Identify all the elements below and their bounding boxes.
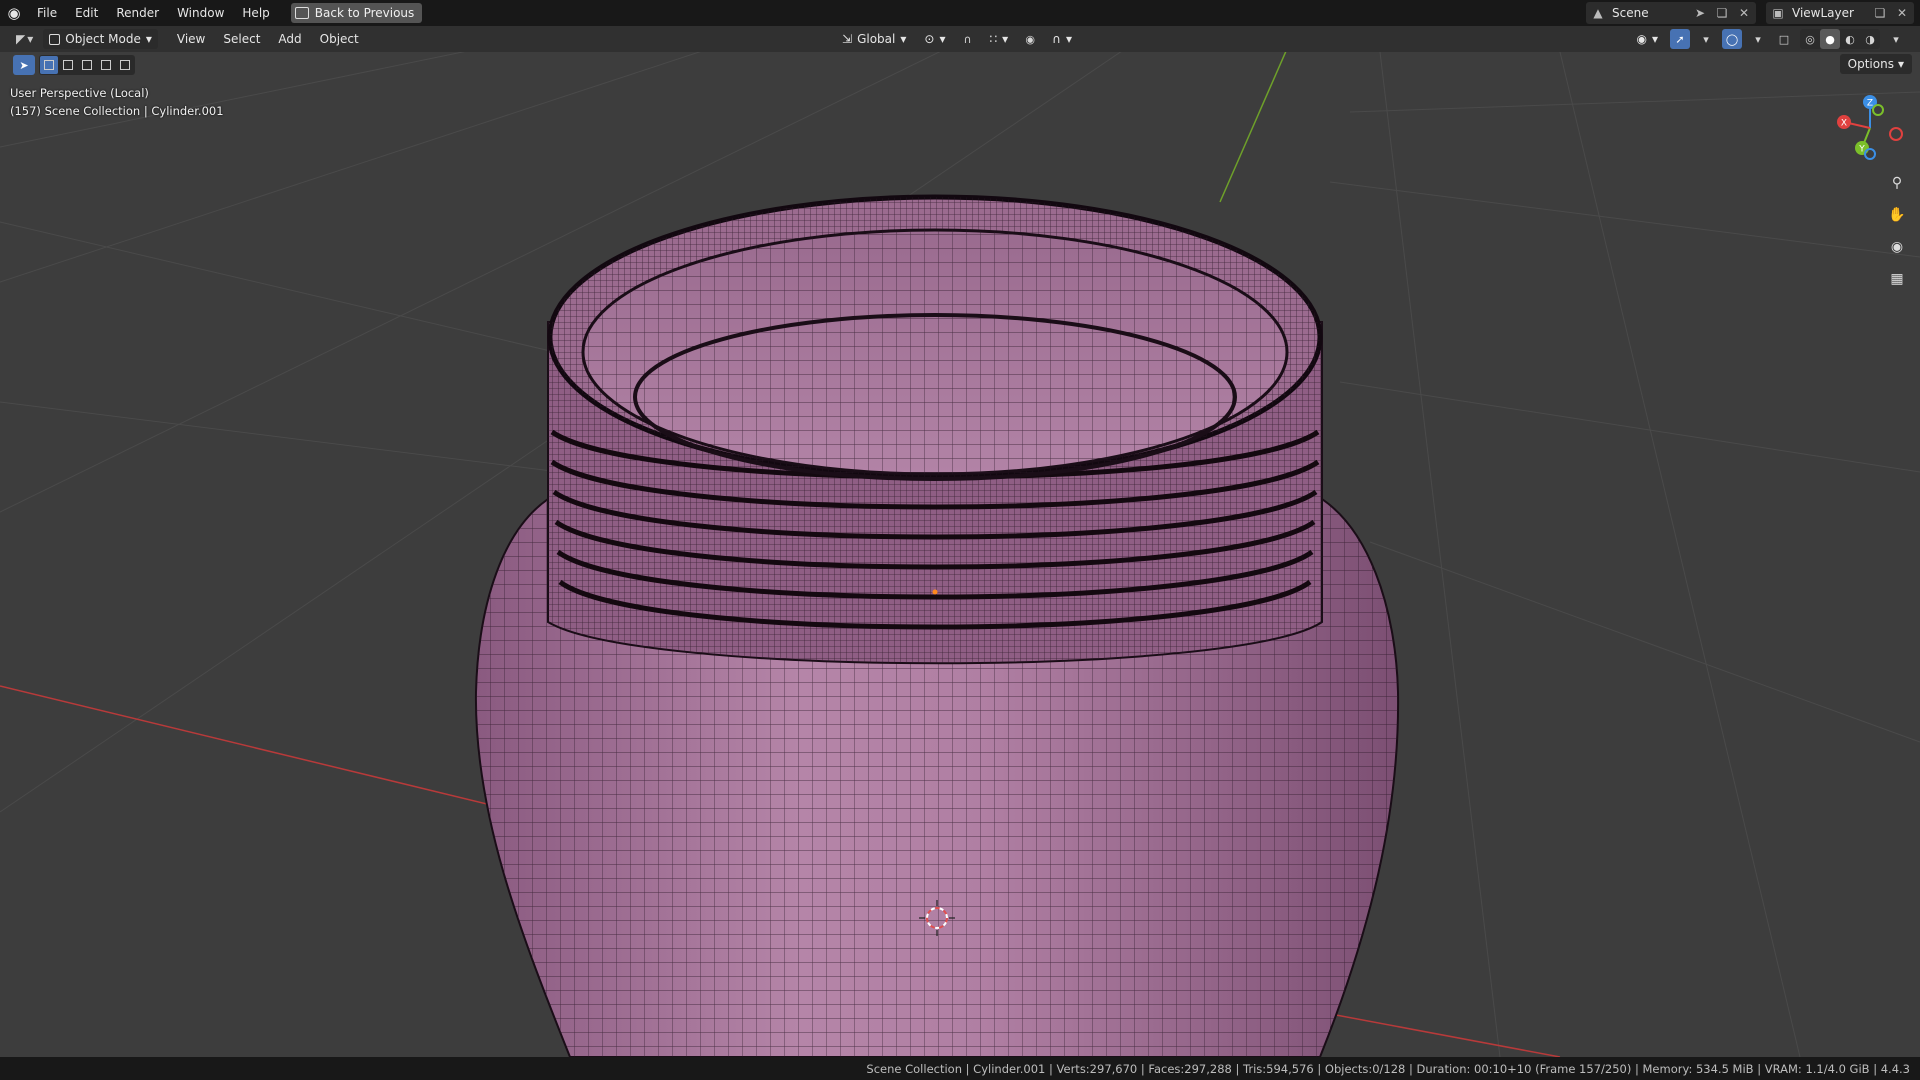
object-mode-icon xyxy=(49,33,61,45)
neg-x-axis-handle xyxy=(1889,127,1903,141)
proportional-falloff-dropdown[interactable]: ∩ ▾ xyxy=(1046,28,1078,50)
back-to-previous-label: Back to Previous xyxy=(314,6,415,20)
gizmo-x-label: X xyxy=(1841,119,1847,129)
snap-toggle-icon[interactable]: ∩ xyxy=(957,29,977,49)
menu-object[interactable]: Object xyxy=(311,32,368,46)
scene-selector[interactable]: ▲ Scene ➤ ❏ ✕ xyxy=(1586,2,1756,24)
chevron-down-icon: ▾ xyxy=(27,32,34,46)
blender-logo-icon[interactable]: ◉ xyxy=(0,0,28,26)
menu-select[interactable]: Select xyxy=(214,32,269,46)
select-invert-icon[interactable] xyxy=(97,56,115,74)
object-origin xyxy=(932,589,938,595)
select-new-icon[interactable] xyxy=(40,56,58,74)
x-axis-line-right xyxy=(1319,1011,1561,1057)
menu-edit[interactable]: Edit xyxy=(66,0,107,26)
scene-statistics: Scene Collection | Cylinder.001 | Verts:… xyxy=(866,1061,1910,1076)
select-subtract-icon[interactable] xyxy=(78,56,96,74)
neg-y-axis-handle xyxy=(1872,104,1884,116)
pan-hand-icon[interactable]: ✋ xyxy=(1884,202,1910,228)
viewport-scene xyxy=(0,52,1920,1057)
falloff-icon: ∩ xyxy=(1052,32,1061,46)
chevron-down-icon: ▾ xyxy=(939,32,946,46)
pivot-icon: ⊙ xyxy=(924,32,935,46)
transform-orientation-dropdown[interactable]: ⇲ Global ▾ xyxy=(836,28,912,50)
viewlayer-icon: ▣ xyxy=(1772,6,1784,20)
main-menu: File Edit Render Window Help xyxy=(28,0,279,26)
transform-orientation-label: Global xyxy=(857,32,896,46)
orientation-icon: ⇲ xyxy=(842,32,853,46)
solid-shading-icon[interactable]: ● xyxy=(1820,29,1840,49)
chevron-down-icon: ▾ xyxy=(1002,32,1009,46)
overlays-dropdown-icon[interactable]: ▾ xyxy=(1748,29,1768,49)
chevron-down-icon: ▾ xyxy=(1651,32,1658,46)
pivot-point-dropdown[interactable]: ⊙ ▾ xyxy=(918,28,951,50)
new-scene-icon[interactable]: ❏ xyxy=(1714,5,1730,21)
remove-scene-icon[interactable]: ✕ xyxy=(1736,5,1752,21)
chevron-down-icon: ▾ xyxy=(900,32,907,46)
selection-mode-group xyxy=(39,55,135,75)
screen-icon xyxy=(294,7,309,19)
editor-type-dropdown[interactable]: ◤ ▾ xyxy=(10,28,39,50)
visibility-dropdown[interactable]: ◉ ▾ xyxy=(1630,28,1664,50)
mode-label: Object Mode xyxy=(65,32,141,46)
viewlayer-name: ViewLayer xyxy=(1792,6,1854,20)
top-bar: ◉ File Edit Render Window Help Back to P… xyxy=(0,0,1920,26)
scene-name: Scene xyxy=(1612,6,1649,20)
xray-toggle-icon[interactable]: □ xyxy=(1774,29,1794,49)
viewport-header: ◤ ▾ Object Mode ▾ View Select Add Object… xyxy=(0,26,1920,52)
y-axis-line xyxy=(1219,52,1287,203)
viewlayer-selector[interactable]: ▣ ViewLayer ❏ ✕ xyxy=(1766,2,1914,24)
menu-view[interactable]: View xyxy=(168,32,214,46)
select-intersect-icon[interactable] xyxy=(116,56,134,74)
select-tool-icon[interactable]: ➤ xyxy=(13,55,35,75)
gizmo-toggle-icon[interactable]: ➚ xyxy=(1670,29,1690,49)
menu-file[interactable]: File xyxy=(28,0,66,26)
camera-view-icon[interactable]: ◉ xyxy=(1884,234,1910,260)
shading-mode-group: ◎ ● ◐ ◑ xyxy=(1800,29,1880,49)
menu-help[interactable]: Help xyxy=(233,0,278,26)
proportional-editing-icon[interactable]: ◉ xyxy=(1020,29,1040,49)
collection-info-label: (157) Scene Collection | Cylinder.001 xyxy=(10,104,224,118)
menu-window[interactable]: Window xyxy=(168,0,233,26)
select-extend-icon[interactable] xyxy=(59,56,77,74)
shading-dropdown-icon[interactable]: ▾ xyxy=(1886,29,1906,49)
chevron-down-icon: ▾ xyxy=(1897,57,1904,71)
3d-viewport[interactable]: ➤ Options ▾ User Perspective (Local) (15… xyxy=(0,52,1920,1057)
perspective-toggle-icon[interactable]: ▦ xyxy=(1884,266,1910,292)
mode-dropdown[interactable]: Object Mode ▾ xyxy=(43,29,158,49)
view-name-label: User Perspective (Local) xyxy=(10,86,149,100)
options-dropdown[interactable]: Options ▾ xyxy=(1839,54,1912,74)
status-bar: Scene Collection | Cylinder.001 | Verts:… xyxy=(0,1057,1920,1080)
snap-grid-icon: ∷ xyxy=(989,32,998,46)
material-shading-icon[interactable]: ◐ xyxy=(1840,29,1860,49)
gizmo-z-label: Z xyxy=(1867,99,1873,109)
rendered-shading-icon[interactable]: ◑ xyxy=(1860,29,1880,49)
view3d-icon: ◤ xyxy=(16,32,26,46)
menu-render[interactable]: Render xyxy=(107,0,168,26)
snap-target-dropdown[interactable]: ∷ ▾ xyxy=(983,28,1014,50)
wireframe-shading-icon[interactable]: ◎ xyxy=(1800,29,1820,49)
eye-icon: ◉ xyxy=(1636,32,1647,46)
overlays-toggle-icon[interactable]: ◯ xyxy=(1722,29,1742,49)
remove-viewlayer-icon[interactable]: ✕ xyxy=(1894,5,1910,21)
chevron-down-icon: ▾ xyxy=(1065,32,1072,46)
zoom-icon[interactable]: ⚲ xyxy=(1884,170,1910,196)
menu-add[interactable]: Add xyxy=(269,32,310,46)
gizmo-dropdown-icon[interactable]: ▾ xyxy=(1696,29,1716,49)
pin-icon[interactable]: ➤ xyxy=(1692,5,1708,21)
options-label: Options xyxy=(1847,57,1894,71)
neg-z-axis-handle xyxy=(1864,148,1876,160)
x-axis-line xyxy=(0,685,521,813)
scene-icon: ▲ xyxy=(1593,6,1603,20)
navigation-gizmo[interactable]: Z Y X xyxy=(1834,92,1906,164)
new-viewlayer-icon[interactable]: ❏ xyxy=(1872,5,1888,21)
back-to-previous-button[interactable]: Back to Previous xyxy=(290,3,423,23)
chevron-down-icon: ▾ xyxy=(145,32,152,46)
